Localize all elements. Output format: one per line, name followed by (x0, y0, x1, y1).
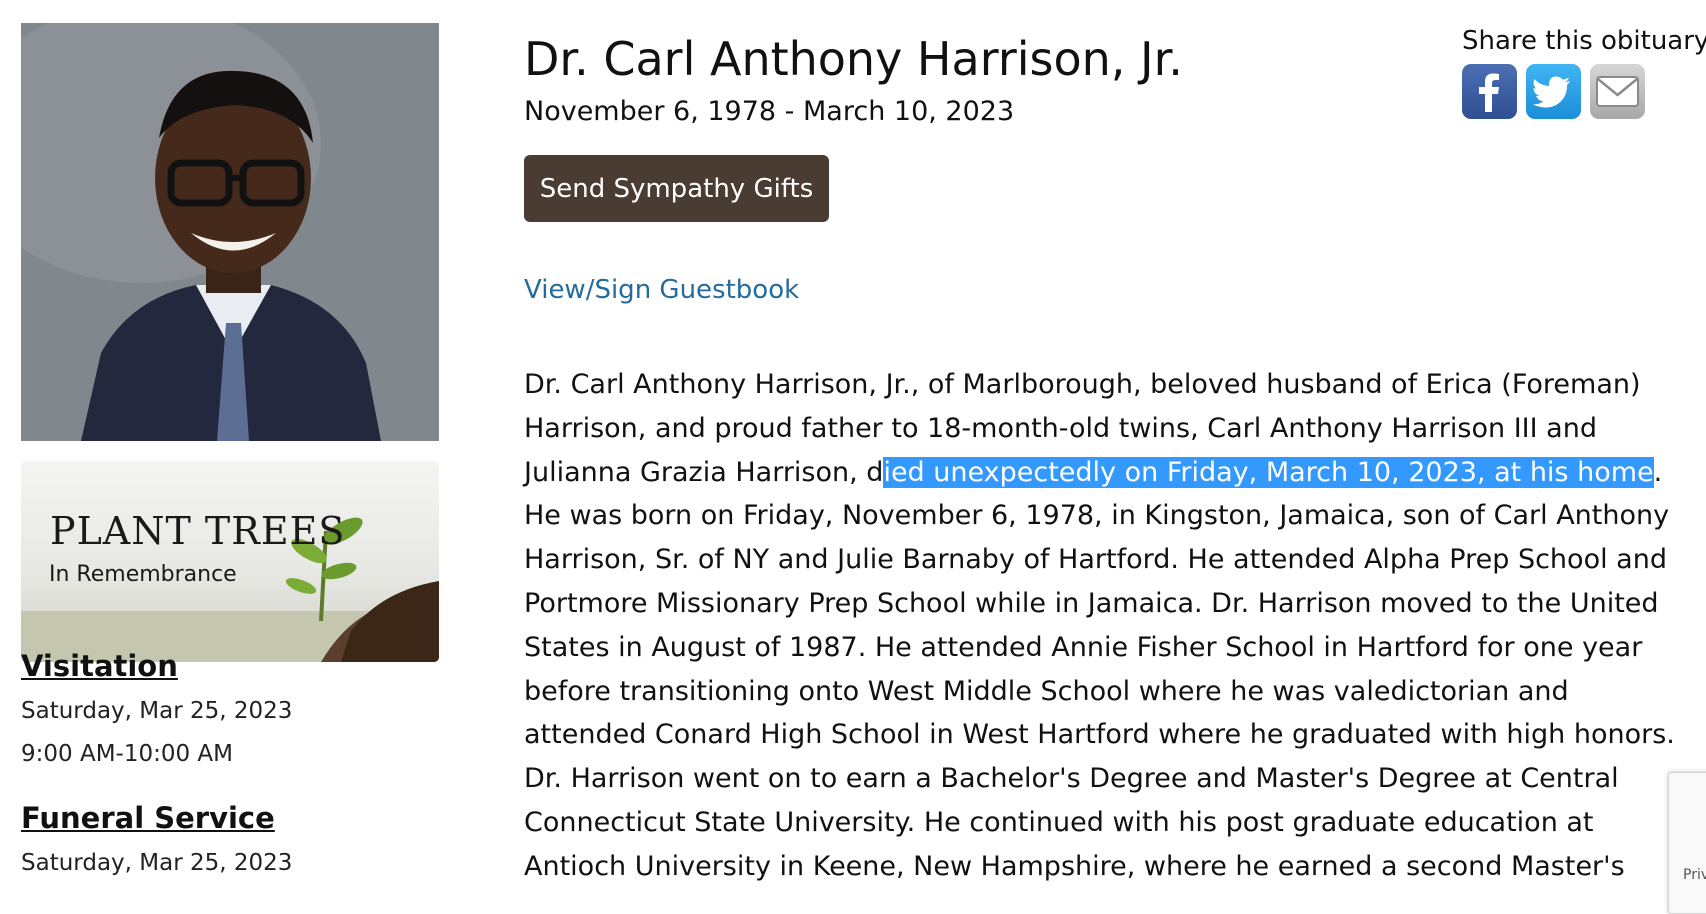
twitter-icon[interactable] (1526, 64, 1581, 119)
facebook-icon[interactable] (1462, 64, 1517, 119)
share-label: Share this obituary (1462, 26, 1706, 56)
portrait-photo-icon (21, 23, 439, 441)
plant-trees-title: PLANT TREES (50, 509, 346, 553)
funeral-service-date: Saturday, Mar 25, 2023 (21, 850, 293, 876)
obituary-text-part: . He was born on Friday, November 6, 197… (524, 456, 1675, 882)
visitation-time: 9:00 AM-10:00 AM (21, 741, 234, 767)
selected-text: ied unexpectedly on Friday, March 10, 20… (883, 456, 1654, 488)
obituary-photo (21, 23, 439, 441)
visitation-heading: Visitation (21, 649, 178, 683)
recaptcha-privacy-text: Priv (1683, 867, 1706, 883)
plant-trees-subtitle: In Remembrance (49, 562, 237, 587)
email-icon[interactable] (1590, 64, 1645, 119)
obituary-text: Dr. Carl Anthony Harrison, Jr., of Marlb… (524, 363, 1694, 889)
send-sympathy-gifts-button[interactable]: Send Sympathy Gifts (524, 155, 829, 222)
recaptcha-badge[interactable] (1668, 772, 1706, 914)
plant-trees-banner[interactable]: PLANT TREES In Remembrance (21, 461, 439, 662)
obituary-dates: November 6, 1978 - March 10, 2023 (524, 96, 1015, 127)
view-sign-guestbook-link[interactable]: View/Sign Guestbook (524, 275, 799, 305)
visitation-date: Saturday, Mar 25, 2023 (21, 698, 293, 724)
obituary-name: Dr. Carl Anthony Harrison, Jr. (524, 32, 1183, 86)
funeral-service-heading: Funeral Service (21, 801, 275, 835)
